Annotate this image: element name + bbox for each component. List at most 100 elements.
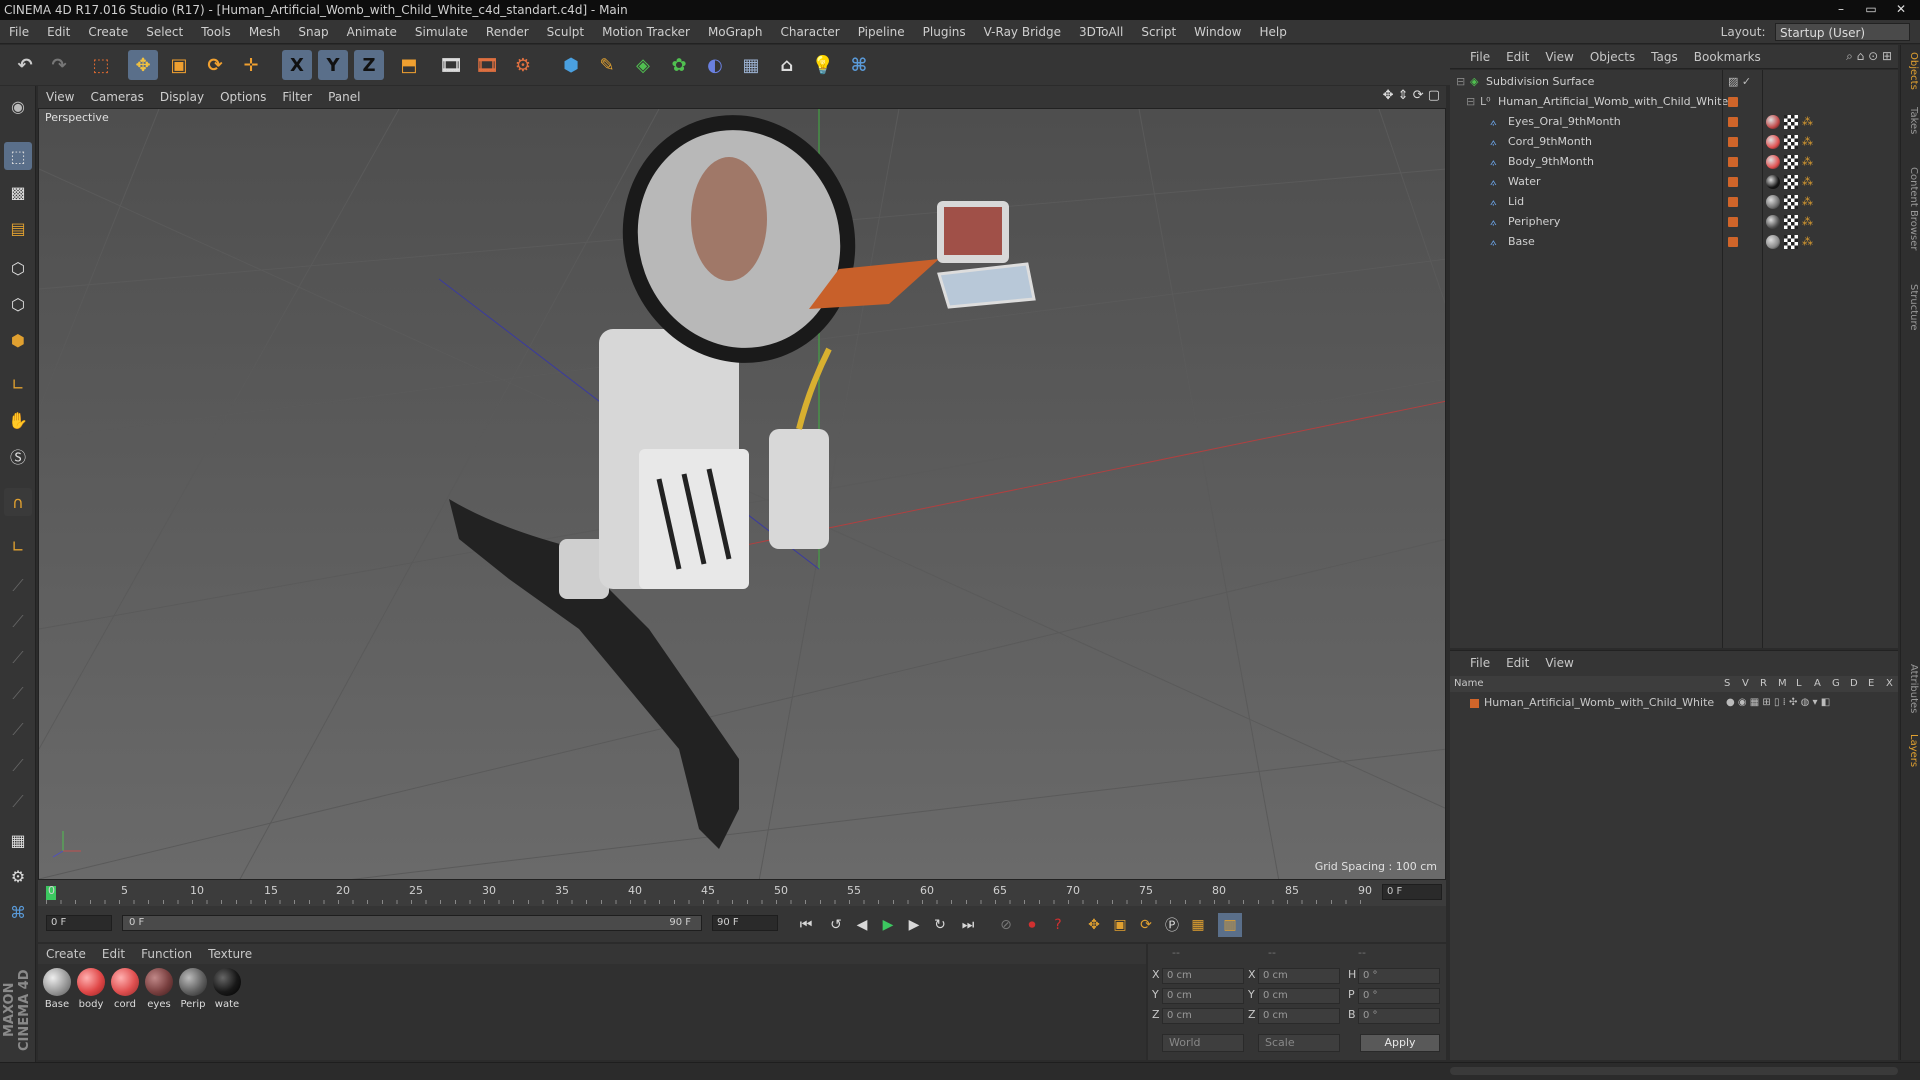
next-key-icon[interactable]: ↻ — [928, 913, 952, 937]
key-parameter-icon[interactable]: Ⓟ — [1160, 913, 1184, 937]
material-tag[interactable] — [1766, 155, 1780, 169]
collapse-icon[interactable]: ⊟ — [1456, 72, 1465, 92]
minimize-button[interactable]: – — [1826, 1, 1856, 17]
coordinate-system-icon[interactable]: ⬒ — [394, 50, 424, 80]
menu-help[interactable]: Help — [1250, 20, 1295, 44]
workplane-icon[interactable]: ▤ — [4, 214, 32, 242]
om-menu-file[interactable]: File — [1450, 45, 1498, 69]
menu-animate[interactable]: Animate — [338, 20, 406, 44]
menu-sculpt[interactable]: Sculpt — [538, 20, 593, 44]
layer-menu-file[interactable]: File — [1450, 651, 1498, 675]
viewport-menu-panel[interactable]: Panel — [320, 86, 368, 108]
menu-character[interactable]: Character — [771, 20, 848, 44]
object-row[interactable]: ⟑ Eyes_Oral_9thMonth ⁂ — [1450, 112, 1898, 132]
rotation-p-field[interactable]: 0 ° — [1358, 988, 1440, 1004]
python-left-icon[interactable]: ⌘ — [4, 898, 32, 926]
pen-icon[interactable]: ✎ — [592, 50, 622, 80]
key-rotation-icon[interactable]: ⟳ — [1134, 913, 1158, 937]
maximize-button[interactable]: ▭ — [1856, 1, 1886, 17]
om-search-icon[interactable]: ⌕ ⌂ ⊙ ⊞ — [1846, 49, 1892, 64]
material-swatch[interactable]: wate — [212, 968, 242, 1010]
phong-tag-icon[interactable]: ⁂ — [1802, 152, 1813, 172]
object-row[interactable]: ⟑ Periphery ⁂ — [1450, 212, 1898, 232]
position-x-field[interactable]: 0 cm — [1162, 968, 1244, 984]
material-swatch[interactable]: eyes — [144, 968, 174, 1010]
layer-color-swatch[interactable] — [1470, 699, 1479, 708]
sculpt-brush-5-icon[interactable]: ⟋ — [4, 716, 32, 744]
cube-icon[interactable]: ⬢ — [556, 50, 586, 80]
object-row[interactable]: ⟑ Water ⁂ — [1450, 172, 1898, 192]
column-divider[interactable] — [1722, 70, 1723, 648]
texture-tag-icon[interactable] — [1784, 215, 1798, 229]
render-picture-viewer-icon[interactable]: 🎞 — [472, 50, 502, 80]
menu-edit[interactable]: Edit — [38, 20, 79, 44]
menu-simulate[interactable]: Simulate — [406, 20, 477, 44]
layer-color-swatch[interactable] — [1728, 177, 1738, 187]
locked-workplane-icon[interactable]: ∟ — [4, 532, 32, 560]
texture-tag-icon[interactable] — [1784, 135, 1798, 149]
menu-render[interactable]: Render — [477, 20, 538, 44]
subdivision-icon[interactable]: ◈ — [628, 50, 658, 80]
om-menu-bookmarks[interactable]: Bookmarks — [1686, 45, 1769, 69]
autokey-icon[interactable]: ⏺ — [1020, 913, 1044, 937]
grid-lock-icon[interactable]: ▦ — [4, 826, 32, 854]
make-editable-icon[interactable]: ◉ — [4, 92, 32, 120]
side-tab-structure[interactable]: Structure — [1903, 279, 1919, 335]
previous-key-icon[interactable]: ↺ — [824, 913, 848, 937]
phong-tag-icon[interactable]: ⁂ — [1802, 112, 1813, 132]
material-swatch[interactable]: Perip — [178, 968, 208, 1010]
sculpt-brush-2-icon[interactable]: ⟋ — [4, 608, 32, 636]
y-axis-icon[interactable]: Y — [318, 50, 348, 80]
object-row[interactable]: ⊟ ◈ Subdivision Surface ▨ ✓ — [1450, 72, 1898, 92]
menu-mograph[interactable]: MoGraph — [699, 20, 772, 44]
current-frame-field[interactable]: 0 F — [1382, 884, 1442, 900]
edit-render-settings-icon[interactable]: ⚙ — [508, 50, 538, 80]
end-frame-field[interactable]: 90 F — [712, 915, 778, 931]
material-swatch[interactable]: Base — [42, 968, 72, 1010]
rotation-b-field[interactable]: 0 ° — [1358, 1008, 1440, 1024]
phong-tag-icon[interactable]: ⁂ — [1802, 172, 1813, 192]
texture-tag-icon[interactable] — [1784, 175, 1798, 189]
timeline-window-icon[interactable]: ▥ — [1218, 913, 1242, 937]
keyframe-selection-icon[interactable]: ? — [1046, 913, 1070, 937]
menu-select[interactable]: Select — [137, 20, 192, 44]
viewport-menu-options[interactable]: Options — [212, 86, 274, 108]
points-mode-icon[interactable]: ⬡ — [4, 254, 32, 282]
tweak-mode-icon[interactable]: ✋ — [4, 406, 32, 434]
magnet-icon[interactable]: ∩ — [4, 488, 32, 516]
material-tag[interactable] — [1766, 195, 1780, 209]
layer-menu-edit[interactable]: Edit — [1498, 651, 1537, 675]
render-view-icon[interactable]: 🎞 — [436, 50, 466, 80]
viewport-menu-cameras[interactable]: Cameras — [82, 86, 151, 108]
collapse-icon[interactable]: ⊟ — [1466, 92, 1475, 112]
menu-motion-tracker[interactable]: Motion Tracker — [593, 20, 699, 44]
object-row[interactable]: ⟑ Base ⁂ — [1450, 232, 1898, 252]
3d-viewport[interactable]: Perspective Grid Spacing : 100 cm — [38, 108, 1446, 880]
start-frame-field[interactable]: 0 F — [46, 915, 112, 931]
material-menu-create[interactable]: Create — [38, 944, 94, 964]
phong-tag-icon[interactable]: ⁂ — [1802, 192, 1813, 212]
object-row[interactable]: ⟑ Lid ⁂ — [1450, 192, 1898, 212]
snap-icon[interactable]: Ⓢ — [4, 442, 32, 470]
material-menu-function[interactable]: Function — [133, 944, 200, 964]
layer-color-swatch[interactable] — [1728, 217, 1738, 227]
apply-button[interactable]: Apply — [1360, 1034, 1440, 1052]
key-scale-icon[interactable]: ▣ — [1108, 913, 1132, 937]
material-tag[interactable] — [1766, 175, 1780, 189]
menu-plugins[interactable]: Plugins — [914, 20, 975, 44]
viewport-menu-filter[interactable]: Filter — [274, 86, 320, 108]
previous-frame-icon[interactable]: ◀ — [850, 913, 874, 937]
viewport-menu-display[interactable]: Display — [152, 86, 212, 108]
material-swatch[interactable]: body — [76, 968, 106, 1010]
close-button[interactable]: ✕ — [1886, 1, 1916, 17]
side-tab-content-browser[interactable]: Content Browser — [1903, 149, 1919, 269]
rotate-icon[interactable]: ⟳ — [200, 50, 230, 80]
layer-color-swatch[interactable] — [1728, 137, 1738, 147]
key-pla-icon[interactable]: ▦ — [1186, 913, 1210, 937]
material-tag[interactable] — [1766, 115, 1780, 129]
om-menu-edit[interactable]: Edit — [1498, 45, 1537, 69]
z-axis-icon[interactable]: Z — [354, 50, 384, 80]
sculpt-brush-1-icon[interactable]: ⟋ — [4, 572, 32, 600]
gear-lock-icon[interactable]: ⚙ — [4, 862, 32, 890]
menu-create[interactable]: Create — [79, 20, 137, 44]
